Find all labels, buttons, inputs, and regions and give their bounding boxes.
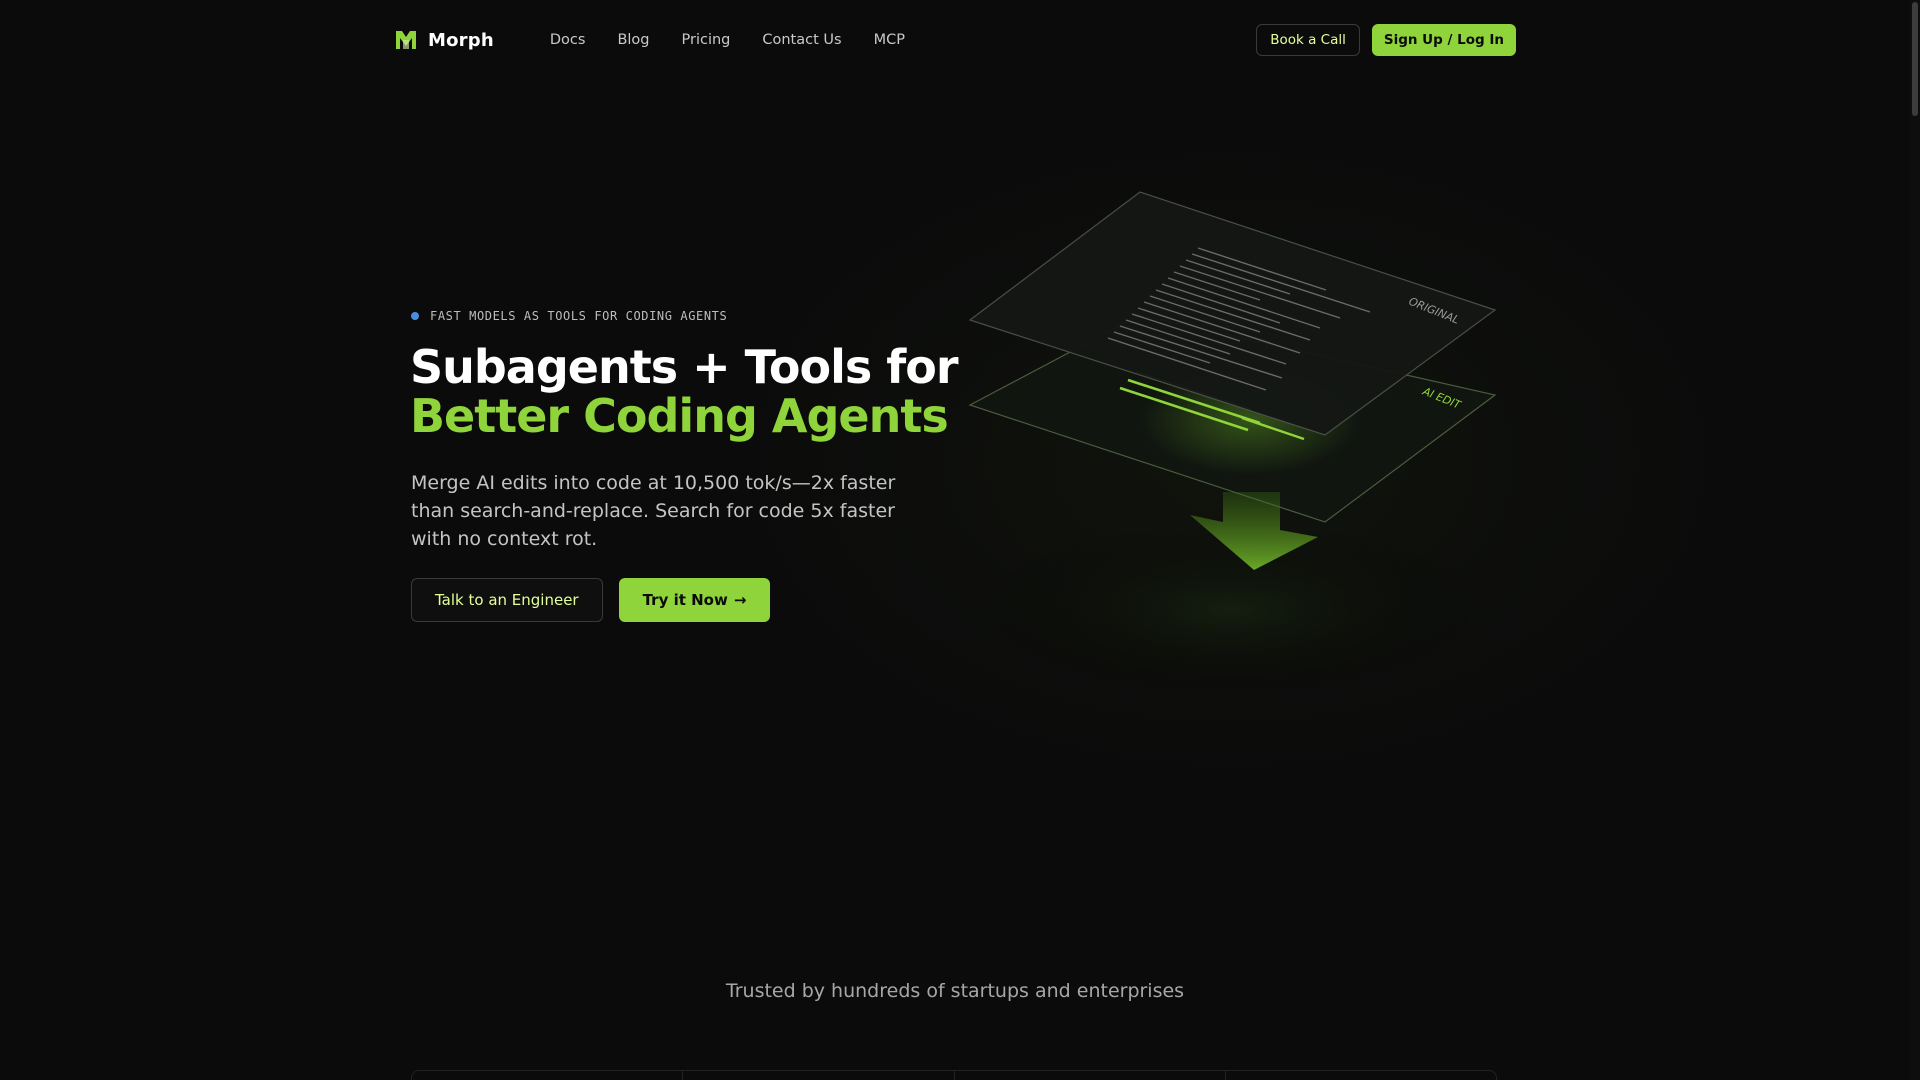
page: Morph Docs Blog Pricing Contact Us MCP B… — [0, 0, 1920, 1080]
customer-logo-strip — [411, 1070, 1497, 1080]
try-it-now-button[interactable]: Try it Now → — [618, 578, 771, 622]
headline-line-2: Better Coding Agents — [410, 389, 949, 443]
logo-cell — [412, 1071, 684, 1080]
hero-headline: Subagents + Tools for Better Coding Agen… — [410, 340, 959, 443]
book-call-button[interactable]: Book a Call — [1256, 24, 1360, 56]
hero-eyebrow: FAST MODELS AS TOOLS FOR CODING AGENTS — [411, 309, 727, 323]
nav-links: Docs Blog Pricing Contact Us MCP — [534, 22, 921, 58]
morph-logo-icon — [396, 31, 416, 49]
arrow-right-icon: → — [733, 591, 747, 609]
hero-subcopy: Merge AI edits into code at 10,500 tok/s… — [411, 472, 896, 550]
nav-link-mcp[interactable]: MCP — [858, 22, 921, 58]
nav-actions: Book a Call Sign Up / Log In — [1256, 24, 1516, 56]
nav-link-blog[interactable]: Blog — [601, 22, 665, 58]
page-scrollbar[interactable] — [1910, 0, 1920, 1080]
nav-link-pricing[interactable]: Pricing — [666, 22, 747, 58]
headline-line-1: Subagents + Tools for — [410, 340, 959, 394]
top-nav: Morph Docs Blog Pricing Contact Us MCP B… — [394, 22, 1516, 58]
nav-link-contact[interactable]: Contact Us — [746, 22, 857, 58]
logo-cell — [955, 1071, 1226, 1080]
hero-illustration: AI EDIT ORIGINAL — [968, 191, 1497, 700]
brand-name: Morph — [428, 29, 494, 51]
nav-link-docs[interactable]: Docs — [534, 22, 602, 58]
logo-cell — [683, 1071, 955, 1080]
brand-link[interactable]: Morph — [394, 29, 494, 51]
hero-cta-row: Talk to an Engineer Try it Now → — [411, 578, 771, 622]
talk-to-engineer-button[interactable]: Talk to an Engineer — [411, 578, 603, 622]
trusted-by-text: Trusted by hundreds of startups and ente… — [725, 980, 1185, 1002]
scrollbar-thumb[interactable] — [1912, 2, 1918, 116]
logo-cell — [1226, 1071, 1496, 1080]
eyebrow-text: FAST MODELS AS TOOLS FOR CODING AGENTS — [430, 309, 728, 323]
eyebrow-dot — [411, 312, 419, 320]
try-it-now-label: Try it Now — [642, 591, 728, 609]
signup-login-button[interactable]: Sign Up / Log In — [1371, 24, 1516, 56]
